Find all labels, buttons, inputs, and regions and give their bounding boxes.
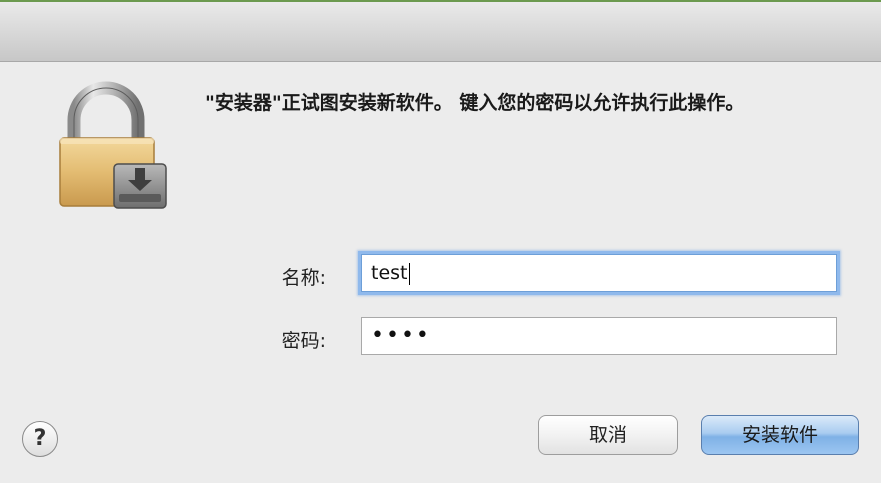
text-caret [408,262,410,285]
help-button[interactable]: ? [22,421,58,457]
password-label: 密码: [281,330,326,352]
lock-icon [52,76,176,216]
dialog-message: "安装器"正试图安装新软件。 键入您的密码以允许执行此操作。 [205,92,745,114]
name-field[interactable]: test [361,254,837,292]
dialog-titlebar [0,0,881,62]
authentication-dialog: "安装器"正试图安装新软件。 键入您的密码以允许执行此操作。 名称: test … [0,0,881,483]
name-value: test [371,262,408,284]
password-value: •••• [371,323,431,348]
cancel-button[interactable]: 取消 [538,415,678,455]
name-label: 名称: [281,267,326,289]
password-field[interactable]: •••• [361,317,837,355]
install-software-button[interactable]: 安装软件 [701,415,859,455]
